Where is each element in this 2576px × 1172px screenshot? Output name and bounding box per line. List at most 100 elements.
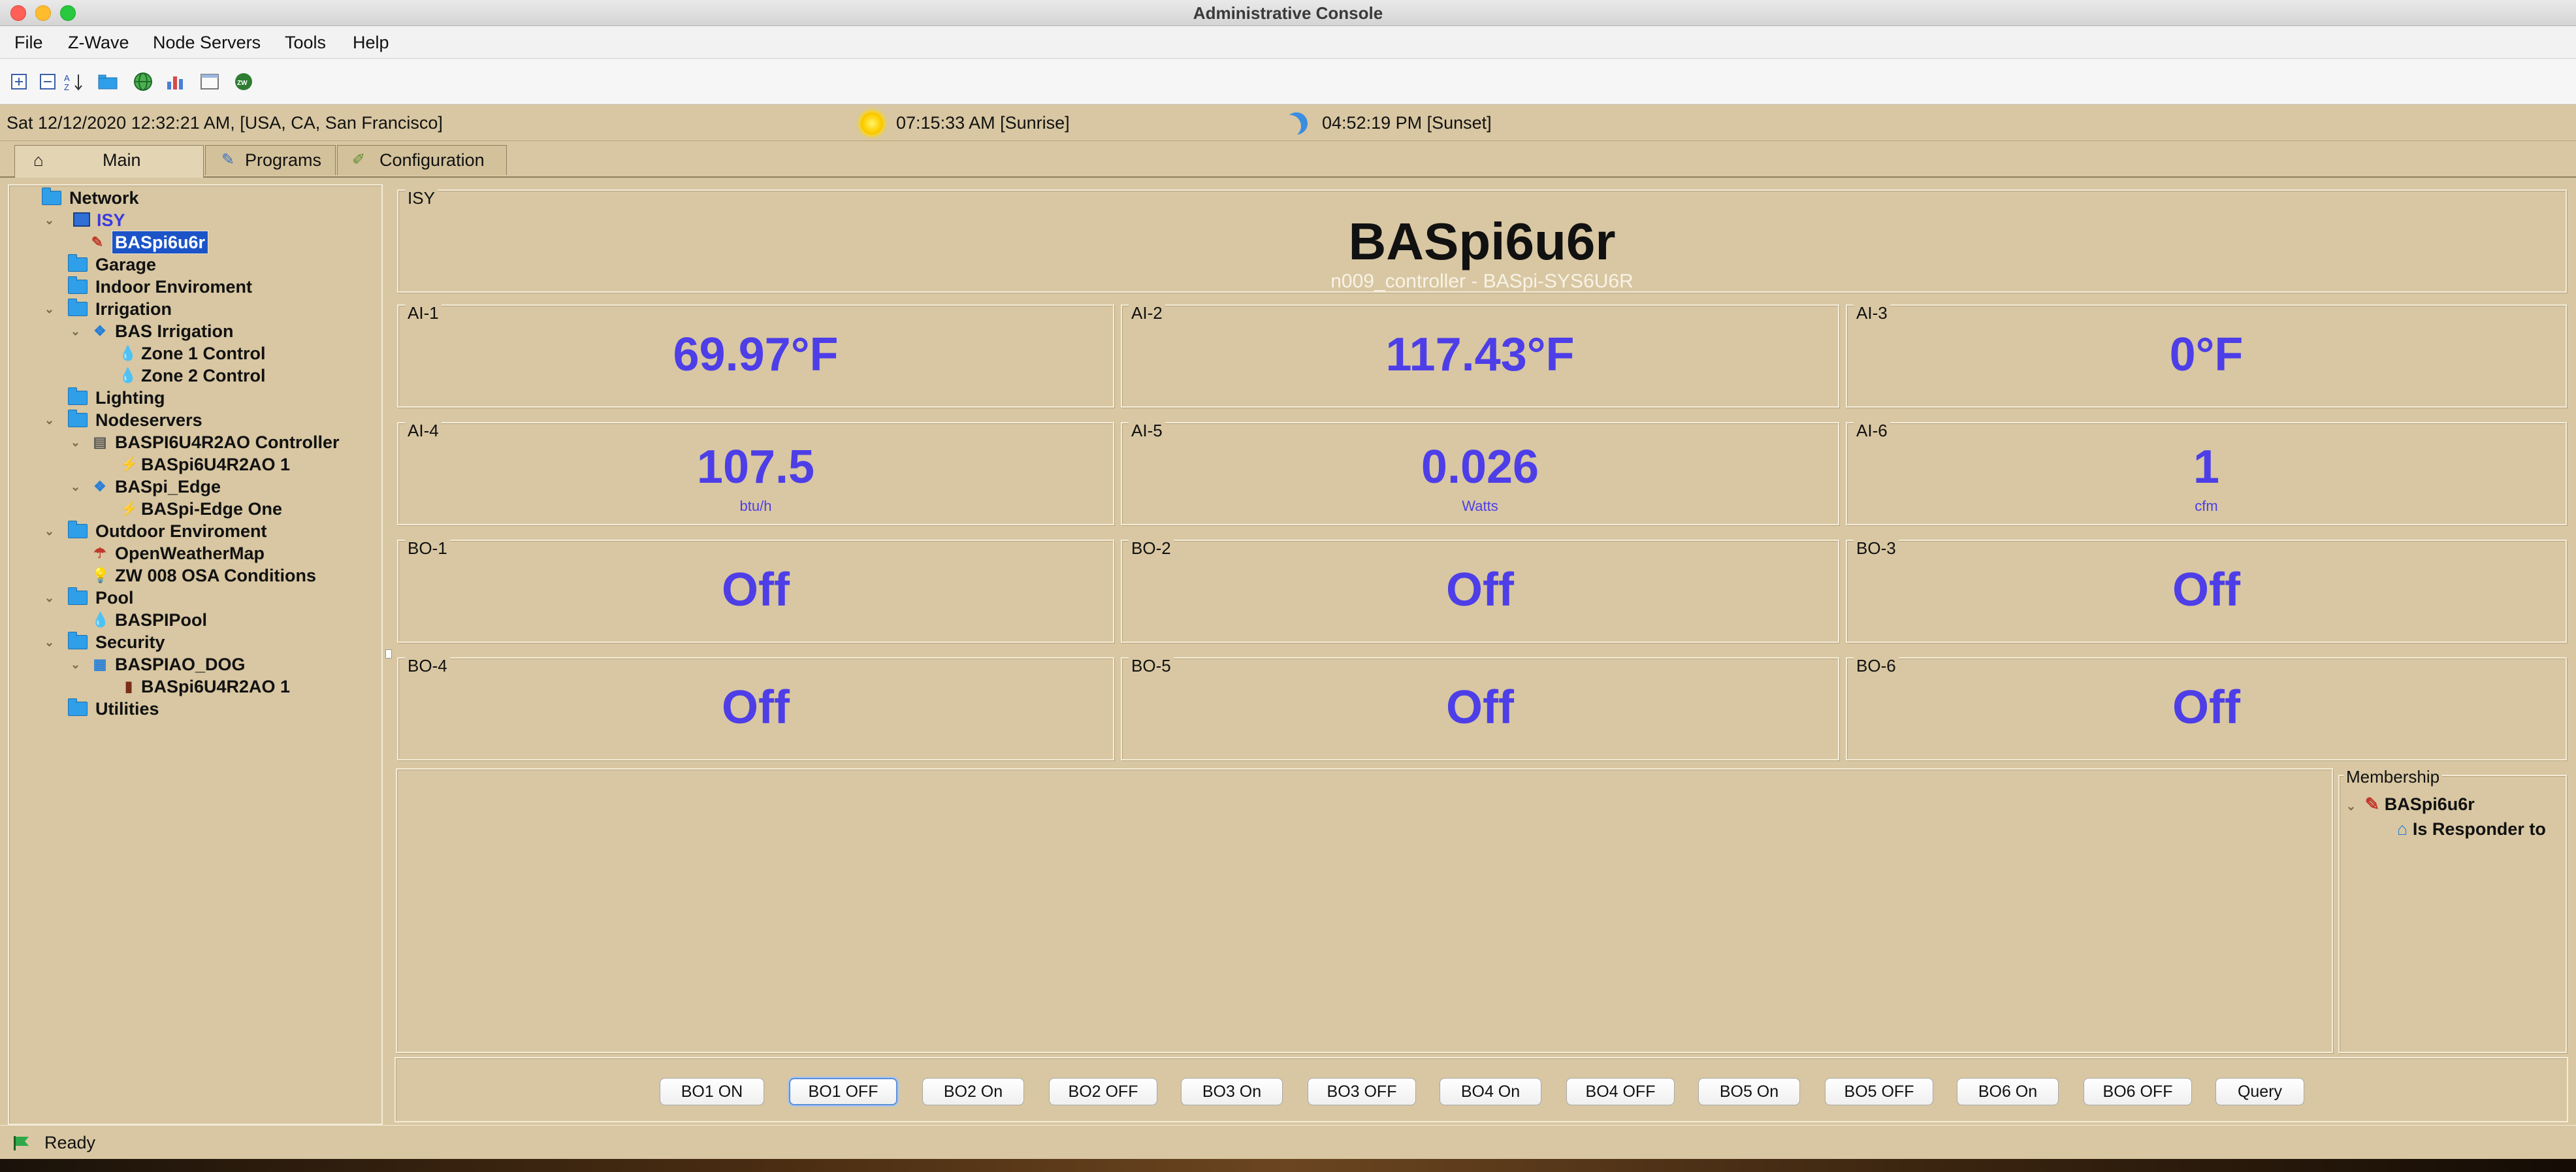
controller-node-icon: ✎ [91, 234, 104, 250]
network-tree[interactable]: Network ⌄ ISY ✎ BASpi6u6r Garage Indoor … [8, 184, 383, 1125]
folder-icon [68, 299, 88, 316]
controller-icon: ▤ [93, 434, 107, 450]
chevron-down-icon[interactable]: ⌄ [71, 431, 82, 453]
wrench-icon: ✐ [352, 151, 366, 169]
folder-icon [68, 587, 88, 605]
folder-icon [68, 276, 88, 294]
chevron-down-icon[interactable]: ⌄ [44, 209, 56, 231]
bo-1-value: Off [722, 564, 790, 616]
sort-az-icon[interactable]: AZ [64, 71, 86, 93]
water-drop-icon: 💧 [119, 367, 137, 383]
bo4-off-button[interactable]: BO4 OFF [1566, 1078, 1675, 1105]
bo5-on-button[interactable]: BO5 On [1698, 1078, 1800, 1105]
tree-network-label: Network [69, 188, 139, 208]
menu-help[interactable]: Help [353, 26, 389, 59]
node-title: BASpi6u6r [1348, 212, 1616, 270]
window-icon[interactable] [199, 71, 221, 93]
folder-icon [68, 698, 88, 716]
bo2-on-button[interactable]: BO2 On [922, 1078, 1024, 1105]
folder-icon [68, 387, 88, 405]
bo2-off-button[interactable]: BO2 OFF [1049, 1078, 1157, 1105]
chevron-down-icon[interactable]: ⌄ [2346, 800, 2356, 813]
tree-isy-label: ISY [97, 210, 125, 230]
svg-text:A: A [64, 73, 70, 83]
ai-3-label: AI-3 [1854, 303, 1890, 323]
svg-text:ZW: ZW [237, 80, 248, 87]
watchdog-icon: ▦ [93, 656, 107, 672]
tab-programs[interactable]: ✎ Programs [205, 145, 336, 175]
bo-4-label: BO-4 [405, 656, 450, 676]
chevron-down-icon[interactable]: ⌄ [44, 298, 56, 320]
ai-5-label: AI-5 [1129, 421, 1165, 441]
bo-1-label: BO-1 [405, 538, 450, 559]
current-datetime: Sat 12/12/2020 12:32:21 AM, [USA, CA, Sa… [7, 113, 443, 133]
window-title: Administrative Console [1193, 3, 1383, 23]
door-icon: ▮ [124, 678, 133, 694]
ai-4-label: AI-4 [405, 421, 442, 441]
tree-garage-label: Garage [95, 255, 157, 274]
menu-bar: File Z-Wave Node Servers Tools Help [0, 26, 2576, 59]
tab-main-label: Main [103, 150, 141, 170]
chevron-down-icon[interactable]: ⌄ [71, 476, 82, 498]
ai-5-card: AI-5 0.026 Watts [1121, 421, 1839, 525]
tree-indoor-label: Indoor Enviroment [95, 277, 253, 297]
svg-text:Z: Z [64, 82, 69, 91]
menu-node-servers[interactable]: Node Servers [153, 26, 261, 59]
status-ready: Ready [44, 1133, 96, 1152]
desktop-background [0, 1159, 2576, 1172]
ai-4-value: 107.5 [696, 441, 815, 493]
ai-6-label: AI-6 [1854, 421, 1890, 441]
tree-zw008-label: ZW 008 OSA Conditions [115, 566, 317, 585]
membership-label: Membership [2343, 767, 2443, 787]
chevron-down-icon[interactable]: ⌄ [44, 409, 56, 431]
collapse-all-icon[interactable] [37, 71, 59, 93]
chevron-down-icon[interactable]: ⌄ [44, 587, 56, 609]
tab-programs-label: Programs [245, 150, 322, 170]
tab-configuration[interactable]: ✐ Configuration [337, 145, 507, 175]
menu-file[interactable]: File [14, 26, 43, 59]
query-button[interactable]: Query [2215, 1078, 2304, 1105]
membership-responder[interactable]: ⌂ Is Responder to [2397, 819, 2546, 839]
menu-tools[interactable]: Tools [285, 26, 326, 59]
ai-6-value: 1 [2193, 441, 2220, 493]
chevron-down-icon[interactable]: ⌄ [44, 631, 56, 653]
bo3-on-button[interactable]: BO3 On [1181, 1078, 1283, 1105]
chevron-down-icon[interactable]: ⌄ [71, 653, 82, 676]
home-icon: ⌂ [33, 150, 44, 170]
bo6-on-button[interactable]: BO6 On [1957, 1078, 2059, 1105]
bottom-status-bar: Ready [0, 1125, 2576, 1159]
chart-icon[interactable] [165, 71, 187, 93]
bo-3-label: BO-3 [1854, 538, 1899, 559]
bo4-on-button[interactable]: BO4 On [1440, 1078, 1541, 1105]
tree-bas-irrigation-label: BAS Irrigation [115, 321, 234, 341]
menu-zwave[interactable]: Z-Wave [68, 26, 129, 59]
tab-main[interactable]: ⌂ Main [14, 145, 204, 178]
sunset-time: 04:52:19 PM [Sunset] [1322, 113, 1492, 133]
splitter-handle[interactable] [385, 649, 392, 659]
zwave-icon[interactable]: ZW [233, 71, 255, 93]
folder-icon [68, 521, 88, 538]
bo1-on-button[interactable]: BO1 ON [660, 1078, 764, 1105]
bo5-off-button[interactable]: BO5 OFF [1825, 1078, 1933, 1105]
tab-configuration-label: Configuration [379, 150, 485, 170]
tree-edge-label: BASpi_Edge [115, 477, 221, 496]
expand-all-icon[interactable] [8, 71, 30, 93]
bo3-off-button[interactable]: BO3 OFF [1308, 1078, 1416, 1105]
tree-lighting-label: Lighting [95, 388, 165, 408]
bo-1-card: BO-1 Off [397, 538, 1114, 643]
ai-2-value: 117.43°F [1385, 329, 1575, 381]
open-folder-icon[interactable] [97, 71, 119, 93]
network-globe-icon[interactable] [132, 71, 154, 93]
membership-node[interactable]: ⌄ ✎ BASpi6u6r [2346, 794, 2475, 815]
chevron-down-icon[interactable]: ⌄ [71, 320, 82, 342]
ai-4-unit: btu/h [739, 498, 772, 514]
panel-splitter[interactable] [384, 184, 392, 1125]
folder-icon [42, 187, 61, 205]
bo6-off-button[interactable]: BO6 OFF [2084, 1078, 2192, 1105]
group-label: ISY [405, 188, 438, 208]
bo1-off-button[interactable]: BO1 OFF [789, 1078, 897, 1105]
sun-icon [861, 112, 883, 135]
chevron-down-icon[interactable]: ⌄ [44, 520, 56, 542]
folder-icon [68, 410, 88, 427]
programs-icon: ✎ [221, 151, 235, 169]
